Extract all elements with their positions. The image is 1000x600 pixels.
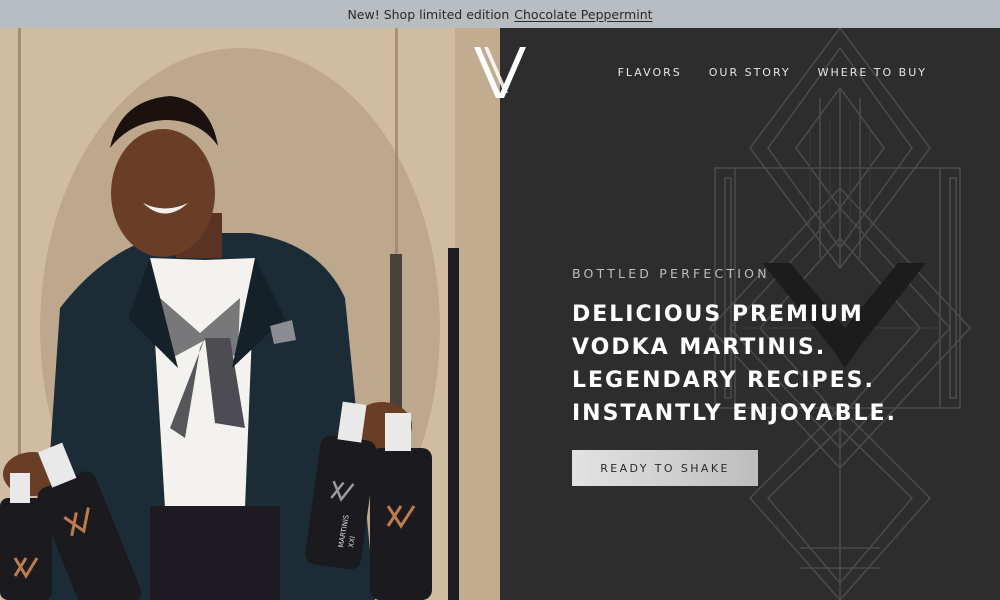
announcement-bar: New! Shop limited edition Chocolate Pepp… <box>0 0 1000 28</box>
headline-line-3: LEGENDARY RECIPES. <box>572 368 875 393</box>
main-nav: FLAVORS OUR STORY WHERE TO BUY <box>618 66 927 79</box>
x-monogram-logo-icon[interactable] <box>472 45 528 100</box>
hero-photo-illustration: XXI MARTINIS <box>0 28 500 600</box>
nav-where-to-buy[interactable]: WHERE TO BUY <box>818 66 927 79</box>
announcement-text: New! Shop limited edition <box>347 6 510 22</box>
headline-line-4: INSTANTLY ENJOYABLE. <box>572 401 897 426</box>
headline-line-2: VODKA MARTINIS. <box>572 335 827 360</box>
ready-to-shake-button[interactable]: READY TO SHAKE <box>572 450 758 486</box>
nav-our-story[interactable]: OUR STORY <box>709 66 791 79</box>
hero-photo: XXI MARTINIS <box>0 28 500 600</box>
nav-flavors[interactable]: FLAVORS <box>618 66 682 79</box>
headline-line-1: DELICIOUS PREMIUM <box>572 302 864 327</box>
announcement-link[interactable]: Chocolate Peppermint <box>514 7 652 22</box>
hero-headline: DELICIOUS PREMIUM VODKA MARTINIS. LEGEND… <box>572 298 992 430</box>
hero-eyebrow: BOTTLED PERFECTION <box>572 266 770 281</box>
